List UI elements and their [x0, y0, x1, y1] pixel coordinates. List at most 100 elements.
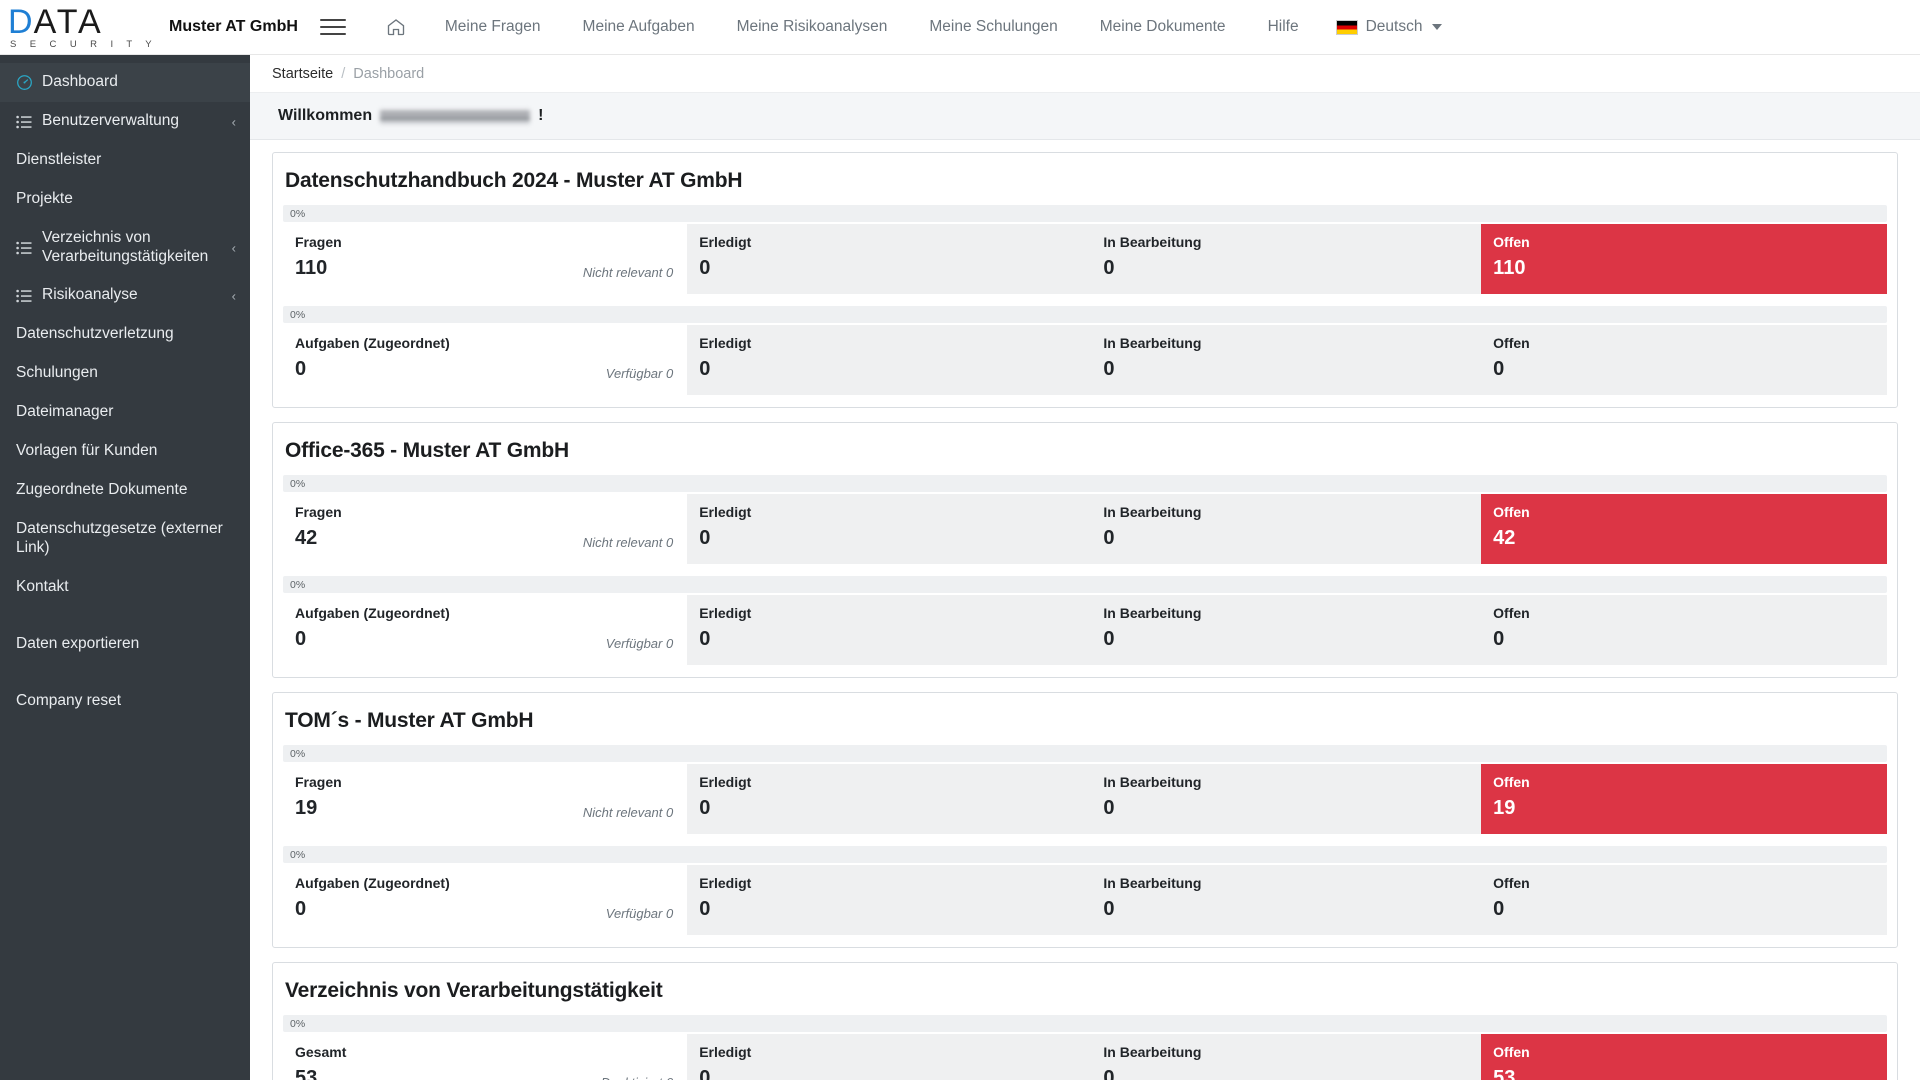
stat-value: 0 — [699, 358, 711, 380]
stat-cell-open[interactable]: Offen 53 — [1481, 1034, 1887, 1080]
stat-label: Fragen — [295, 504, 342, 520]
stat-cell-done[interactable]: Erledigt 0 — [687, 325, 1092, 395]
list-icon — [16, 289, 42, 303]
stat-cell-open[interactable]: Offen 19 — [1481, 764, 1887, 834]
stat-note: Nicht relevant 0 — [582, 535, 674, 550]
sidebar-item-zugeordnete-dokumente[interactable]: Zugeordnete Dokumente — [0, 471, 250, 510]
stat-cell-open[interactable]: Offen 0 — [1481, 865, 1887, 935]
sidebar-item-vorlagen-für-kunden[interactable]: Vorlagen für Kunden — [0, 432, 250, 471]
stat-cell-total[interactable]: Fragen 19 Nicht relevant 0 — [283, 764, 688, 834]
sidebar-item-risikoanalyse[interactable]: Risikoanalyse ‹ — [0, 276, 250, 315]
stat-cell-in-progress[interactable]: In Bearbeitung 0 — [1091, 224, 1482, 294]
nav-meine-dokumente[interactable]: Meine Dokumente — [1079, 8, 1247, 46]
progress-label: 0% — [290, 1017, 306, 1030]
stat-cell-total[interactable]: Aufgaben (Zugeordnet) 0 Verfügbar 0 — [283, 865, 688, 935]
breadcrumb-current: Dashboard — [353, 65, 425, 82]
stat-cell-open[interactable]: Offen 0 — [1481, 325, 1887, 395]
stat-value: 0 — [1493, 358, 1505, 380]
chevron-left-icon: ‹ — [231, 240, 236, 256]
stat-label: In Bearbeitung — [1103, 234, 1202, 250]
stat-label: Erledigt — [699, 504, 752, 520]
language-selector[interactable]: Deutsch — [1320, 8, 1459, 46]
stat-value: 0 — [699, 898, 711, 920]
stat-value: 0 — [1103, 898, 1115, 920]
progress-bar: 0% — [283, 576, 1887, 593]
stat-cell-in-progress[interactable]: In Bearbeitung 0 — [1091, 595, 1482, 665]
stat-note: Nicht relevant 0 — [582, 265, 674, 280]
stat-cell-total[interactable]: Aufgaben (Zugeordnet) 0 Verfügbar 0 — [283, 325, 688, 395]
sidebar-item-projekte[interactable]: Projekte — [0, 180, 250, 219]
progress-label: 0% — [290, 477, 306, 490]
stat-cell-open[interactable]: Offen 0 — [1481, 595, 1887, 665]
stat-cell-in-progress[interactable]: In Bearbeitung 0 — [1091, 325, 1482, 395]
progress-bar: 0% — [283, 205, 1887, 222]
stat-value: 0 — [1103, 1067, 1115, 1080]
stat-cell-done[interactable]: Erledigt 0 — [687, 865, 1092, 935]
stat-cell-done[interactable]: Erledigt 0 — [687, 494, 1092, 564]
sidebar-item-datenschutzverletzung[interactable]: Datenschutzverletzung — [0, 315, 250, 354]
nav-meine-risikoanalysen[interactable]: Meine Risikoanalysen — [716, 8, 909, 46]
sidebar-item-dienstleister[interactable]: Dienstleister — [0, 141, 250, 180]
top-navigation-bar: D ATA S E C U R I T Y Muster AT GmbH Mei… — [0, 0, 1920, 55]
stat-label: Aufgaben (Zugeordnet) — [295, 605, 450, 621]
sidebar-divider-gap — [0, 663, 250, 681]
nav-meine-fragen[interactable]: Meine Fragen — [424, 8, 562, 46]
stat-cell-in-progress[interactable]: In Bearbeitung 0 — [1091, 865, 1482, 935]
stat-cell-in-progress[interactable]: In Bearbeitung 0 — [1091, 1034, 1482, 1080]
stat-cell-done[interactable]: Erledigt 0 — [687, 1034, 1092, 1080]
stat-label: Fragen — [295, 774, 342, 790]
stat-cell-total[interactable]: Fragen 42 Nicht relevant 0 — [283, 494, 688, 564]
stat-cell-open[interactable]: Offen 42 — [1481, 494, 1887, 564]
stat-label: Erledigt — [699, 605, 752, 621]
stat-label: Aufgaben (Zugeordnet) — [295, 875, 450, 891]
nav-meine-schulungen[interactable]: Meine Schulungen — [908, 8, 1078, 46]
stat-value: 0 — [1103, 797, 1115, 819]
stat-row: Fragen 42 Nicht relevant 0 Erledigt 0 In Bear… — [283, 494, 1887, 564]
sidebar-item-schulungen[interactable]: Schulungen — [0, 354, 250, 393]
main-content: Startseite / Dashboard Willkommen ! Date… — [250, 55, 1920, 1080]
hamburger-icon[interactable] — [319, 19, 346, 35]
company-name: Muster AT GmbH — [169, 18, 298, 35]
sidebar-item-label: Vorlagen für Kunden — [16, 442, 158, 460]
stat-cell-done[interactable]: Erledigt 0 — [687, 595, 1092, 665]
stat-cell-in-progress[interactable]: In Bearbeitung 0 — [1091, 494, 1482, 564]
sidebar-item-label: Benutzerverwaltung — [42, 112, 179, 130]
stat-cell-done[interactable]: Erledigt 0 — [687, 764, 1092, 834]
nav-meine-aufgaben[interactable]: Meine Aufgaben — [562, 8, 716, 46]
breadcrumb-separator: / — [341, 65, 346, 82]
stat-cell-done[interactable]: Erledigt 0 — [687, 224, 1092, 294]
progress-label: 0% — [290, 848, 306, 861]
stat-label: Erledigt — [699, 1044, 752, 1060]
progress-bar: 0% — [283, 846, 1887, 863]
stat-cell-total[interactable]: Fragen 110 Nicht relevant 0 — [283, 224, 688, 294]
sidebar-item-daten-exportieren[interactable]: Daten exportieren — [0, 624, 250, 663]
sidebar-item-verzeichnis-von-verarbeitungstätigkeiten[interactable]: Verzeichnis von Verarbeitungstätigkeiten… — [0, 219, 250, 276]
nav-hilfe[interactable]: Hilfe — [1247, 8, 1320, 46]
sidebar-item-datenschutzgesetze-externer-link[interactable]: Datenschutzgesetze (externer Link) — [0, 510, 250, 567]
sidebar-item-company-reset[interactable]: Company reset — [0, 681, 250, 720]
nav-home-button[interactable] — [368, 7, 424, 47]
stat-label: In Bearbeitung — [1103, 1044, 1202, 1060]
stat-value: 0 — [1493, 898, 1505, 920]
sidebar-item-label: Datenschutzgesetze (externer Link) — [16, 520, 223, 556]
stat-label: Gesamt — [295, 1044, 347, 1060]
stat-cell-total[interactable]: Gesamt53Deaktiviert 0 — [283, 1034, 688, 1080]
stat-value: 0 — [1103, 628, 1115, 650]
stat-cell-in-progress[interactable]: In Bearbeitung 0 — [1091, 764, 1482, 834]
stat-label: Offen — [1493, 1044, 1530, 1060]
logo-letters-ata: ATA — [33, 2, 104, 41]
sidebar-item-label: Risikoanalyse — [42, 286, 138, 304]
sidebar-item-dashboard[interactable]: Dashboard — [0, 63, 250, 102]
data-security-logo[interactable]: D ATA S E C U R I T Y — [8, 5, 157, 50]
stat-note: Verfügbar 0 — [605, 636, 674, 651]
stat-cell-total[interactable]: Aufgaben (Zugeordnet) 0 Verfügbar 0 — [283, 595, 688, 665]
stat-cell-open[interactable]: Offen 110 — [1481, 224, 1887, 294]
logo-subtitle: S E C U R I T Y — [10, 38, 157, 50]
stat-note: Nicht relevant 0 — [582, 805, 674, 820]
sidebar-item-dateimanager[interactable]: Dateimanager — [0, 393, 250, 432]
breadcrumb-home[interactable]: Startseite — [272, 66, 333, 82]
sidebar-item-kontakt[interactable]: Kontakt — [0, 567, 250, 606]
stat-value: 0 — [699, 1067, 711, 1080]
sidebar-item-benutzerverwaltung[interactable]: Benutzerverwaltung ‹ — [0, 102, 250, 141]
sidebar-item-label: Zugeordnete Dokumente — [16, 481, 188, 499]
